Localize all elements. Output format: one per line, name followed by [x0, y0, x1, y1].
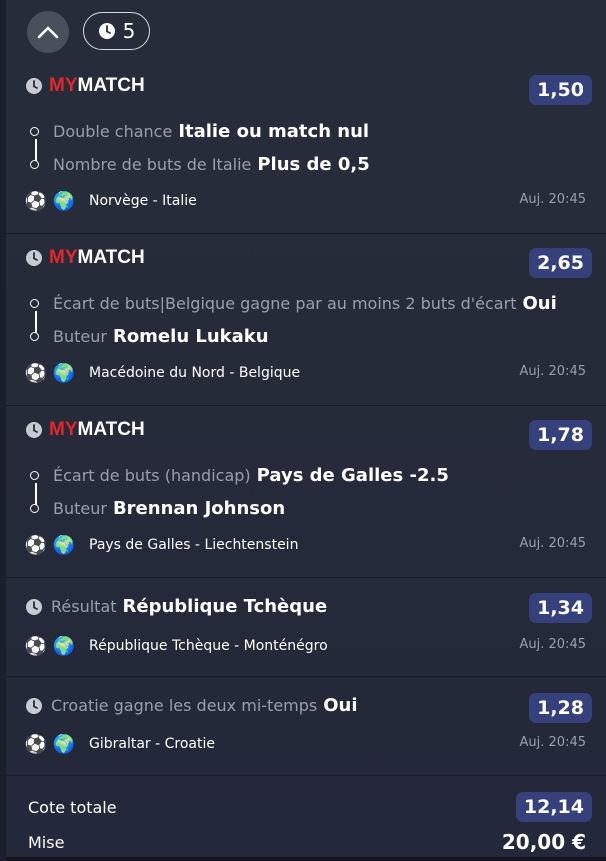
- clock-icon: [98, 23, 115, 39]
- globe-icon: 🌍: [52, 733, 76, 755]
- event-info: ⚽ 🌍 Norvège - Italie: [25, 190, 197, 212]
- leg-dot-icon: [30, 160, 39, 169]
- event-time: Auj. 20:45: [519, 364, 586, 379]
- globe-icon: 🌍: [52, 635, 76, 657]
- bet-legs: Écart de buts|Belgique gagne par au moin…: [24, 287, 557, 353]
- bet-leg: Écart de buts|Belgique gagne par au moin…: [24, 287, 557, 320]
- market-label: Croatie gagne les deux mi-temps: [51, 696, 318, 715]
- bet-legs: Écart de buts (handicap) Pays de Galles …: [24, 459, 449, 525]
- bet-header: MYMATCH: [25, 75, 145, 97]
- event-info: ⚽ 🌍 Pays de Galles - Liechtenstein: [24, 534, 299, 556]
- event-name: République Tchèque - Monténégro: [89, 638, 328, 654]
- odds-badge[interactable]: 2,65: [529, 248, 592, 278]
- soccer-ball-icon: ⚽: [24, 190, 48, 212]
- soccer-ball-icon: ⚽: [24, 534, 48, 556]
- market-label: Résultat: [51, 597, 117, 616]
- event-info: ⚽ 🌍 Gibraltar - Croatie: [25, 733, 215, 755]
- clock-icon: [26, 78, 42, 94]
- globe-icon: 🌍: [52, 190, 76, 212]
- market-label: Double chance: [53, 122, 173, 141]
- leg-dot-icon: [30, 332, 39, 341]
- bet-item[interactable]: Croatie gagne les deux mi-temps Oui 1,28…: [6, 677, 606, 776]
- market-label: Nombre de buts de Italie: [53, 155, 252, 174]
- leg-dot-icon: [30, 471, 39, 480]
- selection-label: Brennan Johnson: [112, 498, 286, 519]
- clock-icon: [26, 422, 42, 438]
- mymatch-logo: MYMATCH: [49, 419, 145, 440]
- bet-item[interactable]: MYMATCH 1,78 Écart de buts (handicap) Pa…: [6, 406, 606, 578]
- stake-label: Mise: [28, 832, 65, 852]
- market-label: Écart de buts|Belgique gagne par au moin…: [53, 294, 517, 313]
- bet-leg: Buteur Brennan Johnson: [24, 492, 449, 525]
- event-name: Gibraltar - Croatie: [89, 736, 215, 752]
- leg-dot-icon: [30, 299, 39, 308]
- event-time: Auj. 20:45: [519, 735, 586, 750]
- bet-leg: Double chance Italie ou match nul: [24, 115, 370, 148]
- bet-header: MYMATCH: [25, 247, 145, 269]
- globe-icon: 🌍: [52, 362, 76, 384]
- soccer-ball-icon: ⚽: [24, 733, 48, 755]
- bottom-edge: [6, 857, 606, 861]
- odds-badge[interactable]: 1,28: [529, 693, 592, 723]
- collapse-button[interactable]: [27, 11, 69, 53]
- stake-row: Mise 20,00 €: [28, 830, 592, 854]
- bet-leg: Nombre de buts de Italie Plus de 0,5: [24, 148, 370, 181]
- selection-label: Plus de 0,5: [257, 154, 370, 175]
- event-name: Norvège - Italie: [89, 193, 197, 209]
- bet-item[interactable]: Résultat République Tchèque 1,34 ⚽ 🌍 Rép…: [6, 578, 606, 677]
- event-info: ⚽ 🌍 République Tchèque - Monténégro: [25, 635, 328, 657]
- selection-label: Oui: [522, 293, 557, 314]
- globe-icon: 🌍: [52, 534, 76, 556]
- bet-selection-line: Croatie gagne les deux mi-temps Oui: [25, 695, 358, 716]
- chevron-up-icon: [37, 26, 59, 39]
- bet-selection-line: Résultat République Tchèque: [25, 596, 327, 617]
- leg-dot-icon: [30, 504, 39, 513]
- event-time: Auj. 20:45: [519, 637, 586, 652]
- clock-icon: [26, 697, 42, 714]
- bet-leg: Écart de buts (handicap) Pays de Galles …: [24, 459, 449, 492]
- bet-count: 5: [122, 19, 136, 43]
- bet-leg: Buteur Romelu Lukaku: [24, 320, 557, 353]
- stake-value[interactable]: 20,00 €: [502, 830, 592, 854]
- event-time: Auj. 20:45: [519, 192, 586, 207]
- event-name: Pays de Galles - Liechtenstein: [89, 537, 299, 553]
- leg-dot-icon: [30, 127, 39, 136]
- odds-badge[interactable]: 1,78: [529, 420, 592, 450]
- bet-legs: Double chance Italie ou match nul Nombre…: [24, 115, 370, 181]
- selection-label: Italie ou match nul: [178, 121, 370, 142]
- market-label: Écart de buts (handicap): [53, 466, 251, 485]
- soccer-ball-icon: ⚽: [24, 362, 48, 384]
- betslip-footer: Cote totale 12,14 Mise 20,00 €: [6, 776, 606, 859]
- event-name: Macédoine du Nord - Belgique: [89, 365, 301, 381]
- mymatch-logo: MYMATCH: [49, 75, 145, 96]
- betslip-header: 5: [6, 0, 606, 62]
- clock-icon: [26, 250, 42, 266]
- bet-count-badge[interactable]: 5: [83, 12, 150, 50]
- event-time: Auj. 20:45: [519, 536, 586, 551]
- odds-badge[interactable]: 1,34: [529, 593, 592, 623]
- market-label: Buteur: [53, 327, 107, 346]
- selection-label: Oui: [323, 695, 358, 716]
- total-odds-row: Cote totale 12,14: [28, 792, 592, 822]
- bet-item[interactable]: MYMATCH 1,50 Double chance Italie ou mat…: [6, 62, 606, 234]
- total-odds-label: Cote totale: [28, 797, 117, 817]
- clock-icon: [26, 598, 42, 615]
- event-info: ⚽ 🌍 Macédoine du Nord - Belgique: [25, 362, 300, 384]
- total-odds-value: 12,14: [515, 792, 592, 822]
- market-label: Buteur: [53, 499, 107, 518]
- bet-item[interactable]: MYMATCH 2,65 Écart de buts|Belgique gagn…: [6, 234, 606, 406]
- bet-header: MYMATCH: [25, 419, 145, 441]
- betslip-panel: 5 MYMATCH 1,50 Double chance Italie ou m…: [0, 0, 606, 861]
- odds-badge[interactable]: 1,50: [529, 75, 592, 105]
- selection-label: Romelu Lukaku: [112, 326, 269, 347]
- mymatch-logo: MYMATCH: [49, 247, 145, 268]
- selection-label: République Tchèque: [122, 596, 328, 617]
- selection-label: Pays de Galles -2.5: [256, 465, 449, 486]
- soccer-ball-icon: ⚽: [24, 635, 48, 657]
